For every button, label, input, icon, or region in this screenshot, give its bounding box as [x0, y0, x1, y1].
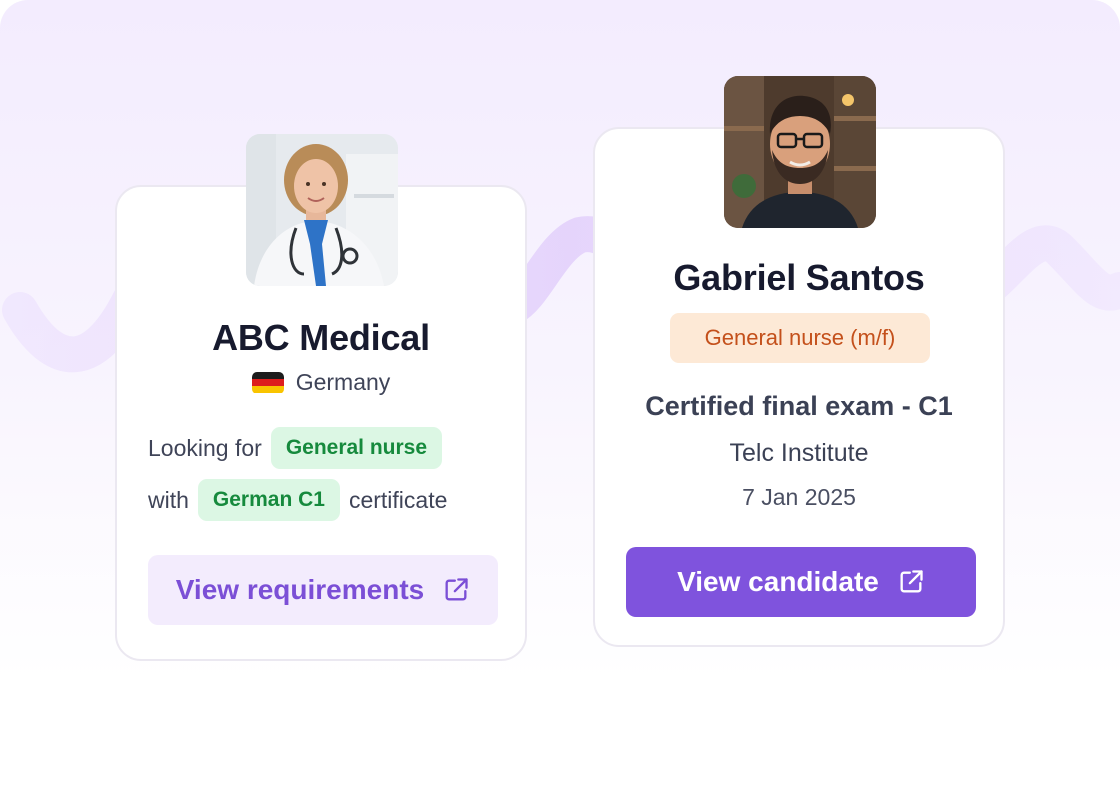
with-text: with [148, 486, 189, 513]
company-name: ABC Medical [212, 317, 430, 358]
certificate-line: with German C1 certificate [148, 479, 447, 521]
external-link-icon [900, 570, 923, 593]
exam-title: Certified final exam - C1 [645, 391, 953, 421]
candidate-name: Gabriel Santos [673, 257, 925, 298]
certificate-text: certificate [348, 486, 448, 513]
language-badge: German C1 [197, 479, 340, 521]
looking-for-line: Looking for General nurse [148, 427, 443, 469]
exam-date: 7 Jan 2025 [742, 484, 856, 510]
view-candidate-label: View candidate [677, 566, 879, 597]
view-requirements-label: View requirements [175, 574, 425, 605]
exam-institute: Telc Institute [729, 439, 869, 467]
candidate-avatar [724, 76, 876, 228]
view-candidate-button[interactable]: View candidate [626, 547, 976, 617]
external-link-icon [445, 578, 468, 601]
candidate-role-badge: General nurse (m/f) [670, 313, 930, 363]
role-badge: General nurse [270, 427, 443, 469]
company-contact-avatar [246, 134, 398, 286]
company-location: Germany [117, 369, 525, 396]
germany-flag-icon [251, 371, 284, 394]
country-label: Germany [295, 369, 391, 395]
looking-for-text: Looking for [148, 434, 262, 461]
view-requirements-button[interactable]: View requirements [148, 555, 498, 625]
